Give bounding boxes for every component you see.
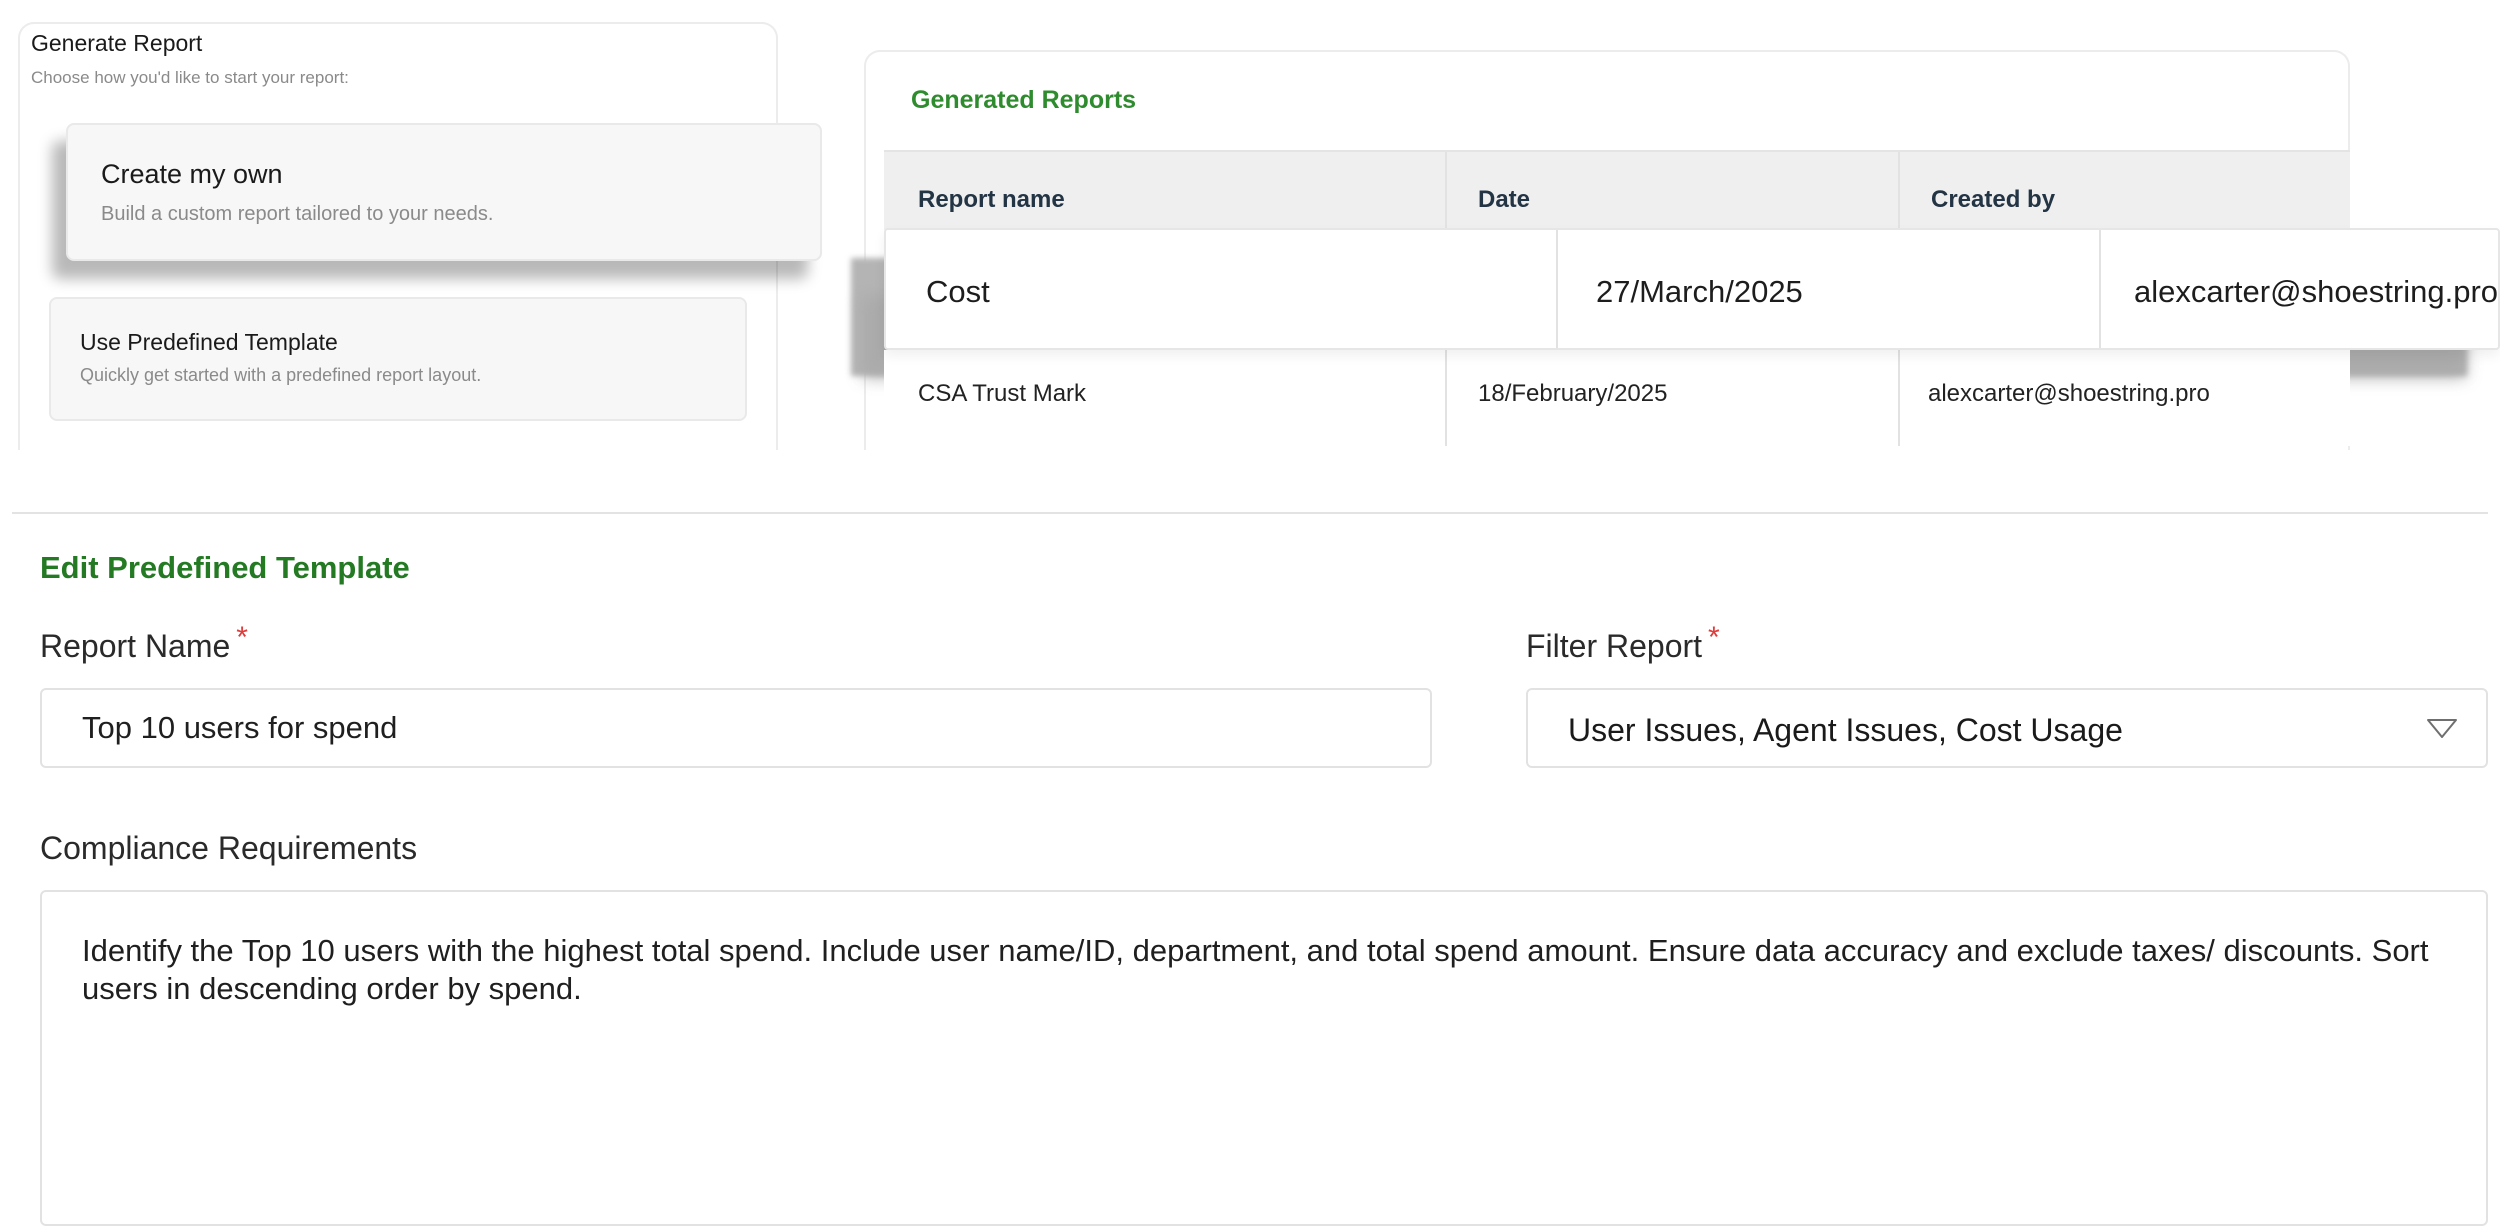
table-row[interactable]: CSA Trust Mark 18/February/2025 alexcart… <box>884 350 2350 446</box>
compliance-requirements-label: Compliance Requirements <box>40 830 418 866</box>
filter-report-label: Filter Report * <box>1526 621 1720 665</box>
report-name-label: Report Name * <box>40 621 248 665</box>
table-header: Report name Date Created by <box>884 150 2350 232</box>
option-title: Create my own <box>101 159 283 189</box>
cell-date: 18/February/2025 <box>1478 380 1668 407</box>
create-my-own-option[interactable]: Create my own Build a custom report tail… <box>66 123 822 261</box>
column-header-date[interactable]: Date <box>1478 186 1530 214</box>
column-header-report-name[interactable]: Report name <box>918 186 1065 214</box>
filter-report-select[interactable]: User Issues, Agent Issues, Cost Usage <box>1526 688 2488 768</box>
use-predefined-template-option[interactable]: Use Predefined Template Quickly get star… <box>49 297 747 421</box>
chevron-down-icon[interactable] <box>2426 718 2458 740</box>
generate-report-title: Generate Report <box>31 30 203 56</box>
column-divider <box>1445 350 1447 446</box>
option-description: Quickly get started with a predefined re… <box>80 365 482 385</box>
generated-reports-title: Generated Reports <box>911 86 1137 114</box>
cell-created-by: alexcarter@shoestring.pro <box>1928 380 2210 407</box>
section-divider <box>12 512 2488 514</box>
column-divider <box>1556 230 1558 348</box>
required-mark: * <box>236 621 248 654</box>
filter-report-value: User Issues, Agent Issues, Cost Usage <box>1568 712 2123 748</box>
required-mark: * <box>1708 621 1720 654</box>
report-name-input[interactable] <box>40 688 1432 768</box>
report-name-label-text: Report Name <box>40 628 231 664</box>
column-divider <box>1898 350 1900 446</box>
generate-report-subtitle: Choose how you'd like to start your repo… <box>31 68 349 87</box>
option-title: Use Predefined Template <box>80 329 338 355</box>
column-divider <box>1445 152 1447 232</box>
cell-report-name: CSA Trust Mark <box>918 380 1087 407</box>
cell-date: 27/March/2025 <box>1596 274 1803 309</box>
filter-report-label-text: Filter Report <box>1526 628 1703 664</box>
compliance-requirements-textarea[interactable]: Identify the Top 10 users with the highe… <box>40 890 2488 1226</box>
column-divider <box>1898 152 1900 232</box>
option-description: Build a custom report tailored to your n… <box>101 203 494 225</box>
cell-report-name: Cost <box>926 274 990 309</box>
table-row-dragging[interactable]: Cost 27/March/2025 alexcarter@shoestring… <box>884 228 2500 350</box>
edit-template-title: Edit Predefined Template <box>40 550 410 585</box>
column-header-created-by[interactable]: Created by <box>1931 186 2055 214</box>
column-divider <box>2099 230 2101 348</box>
cell-created-by: alexcarter@shoestring.pro <box>2134 274 2499 309</box>
